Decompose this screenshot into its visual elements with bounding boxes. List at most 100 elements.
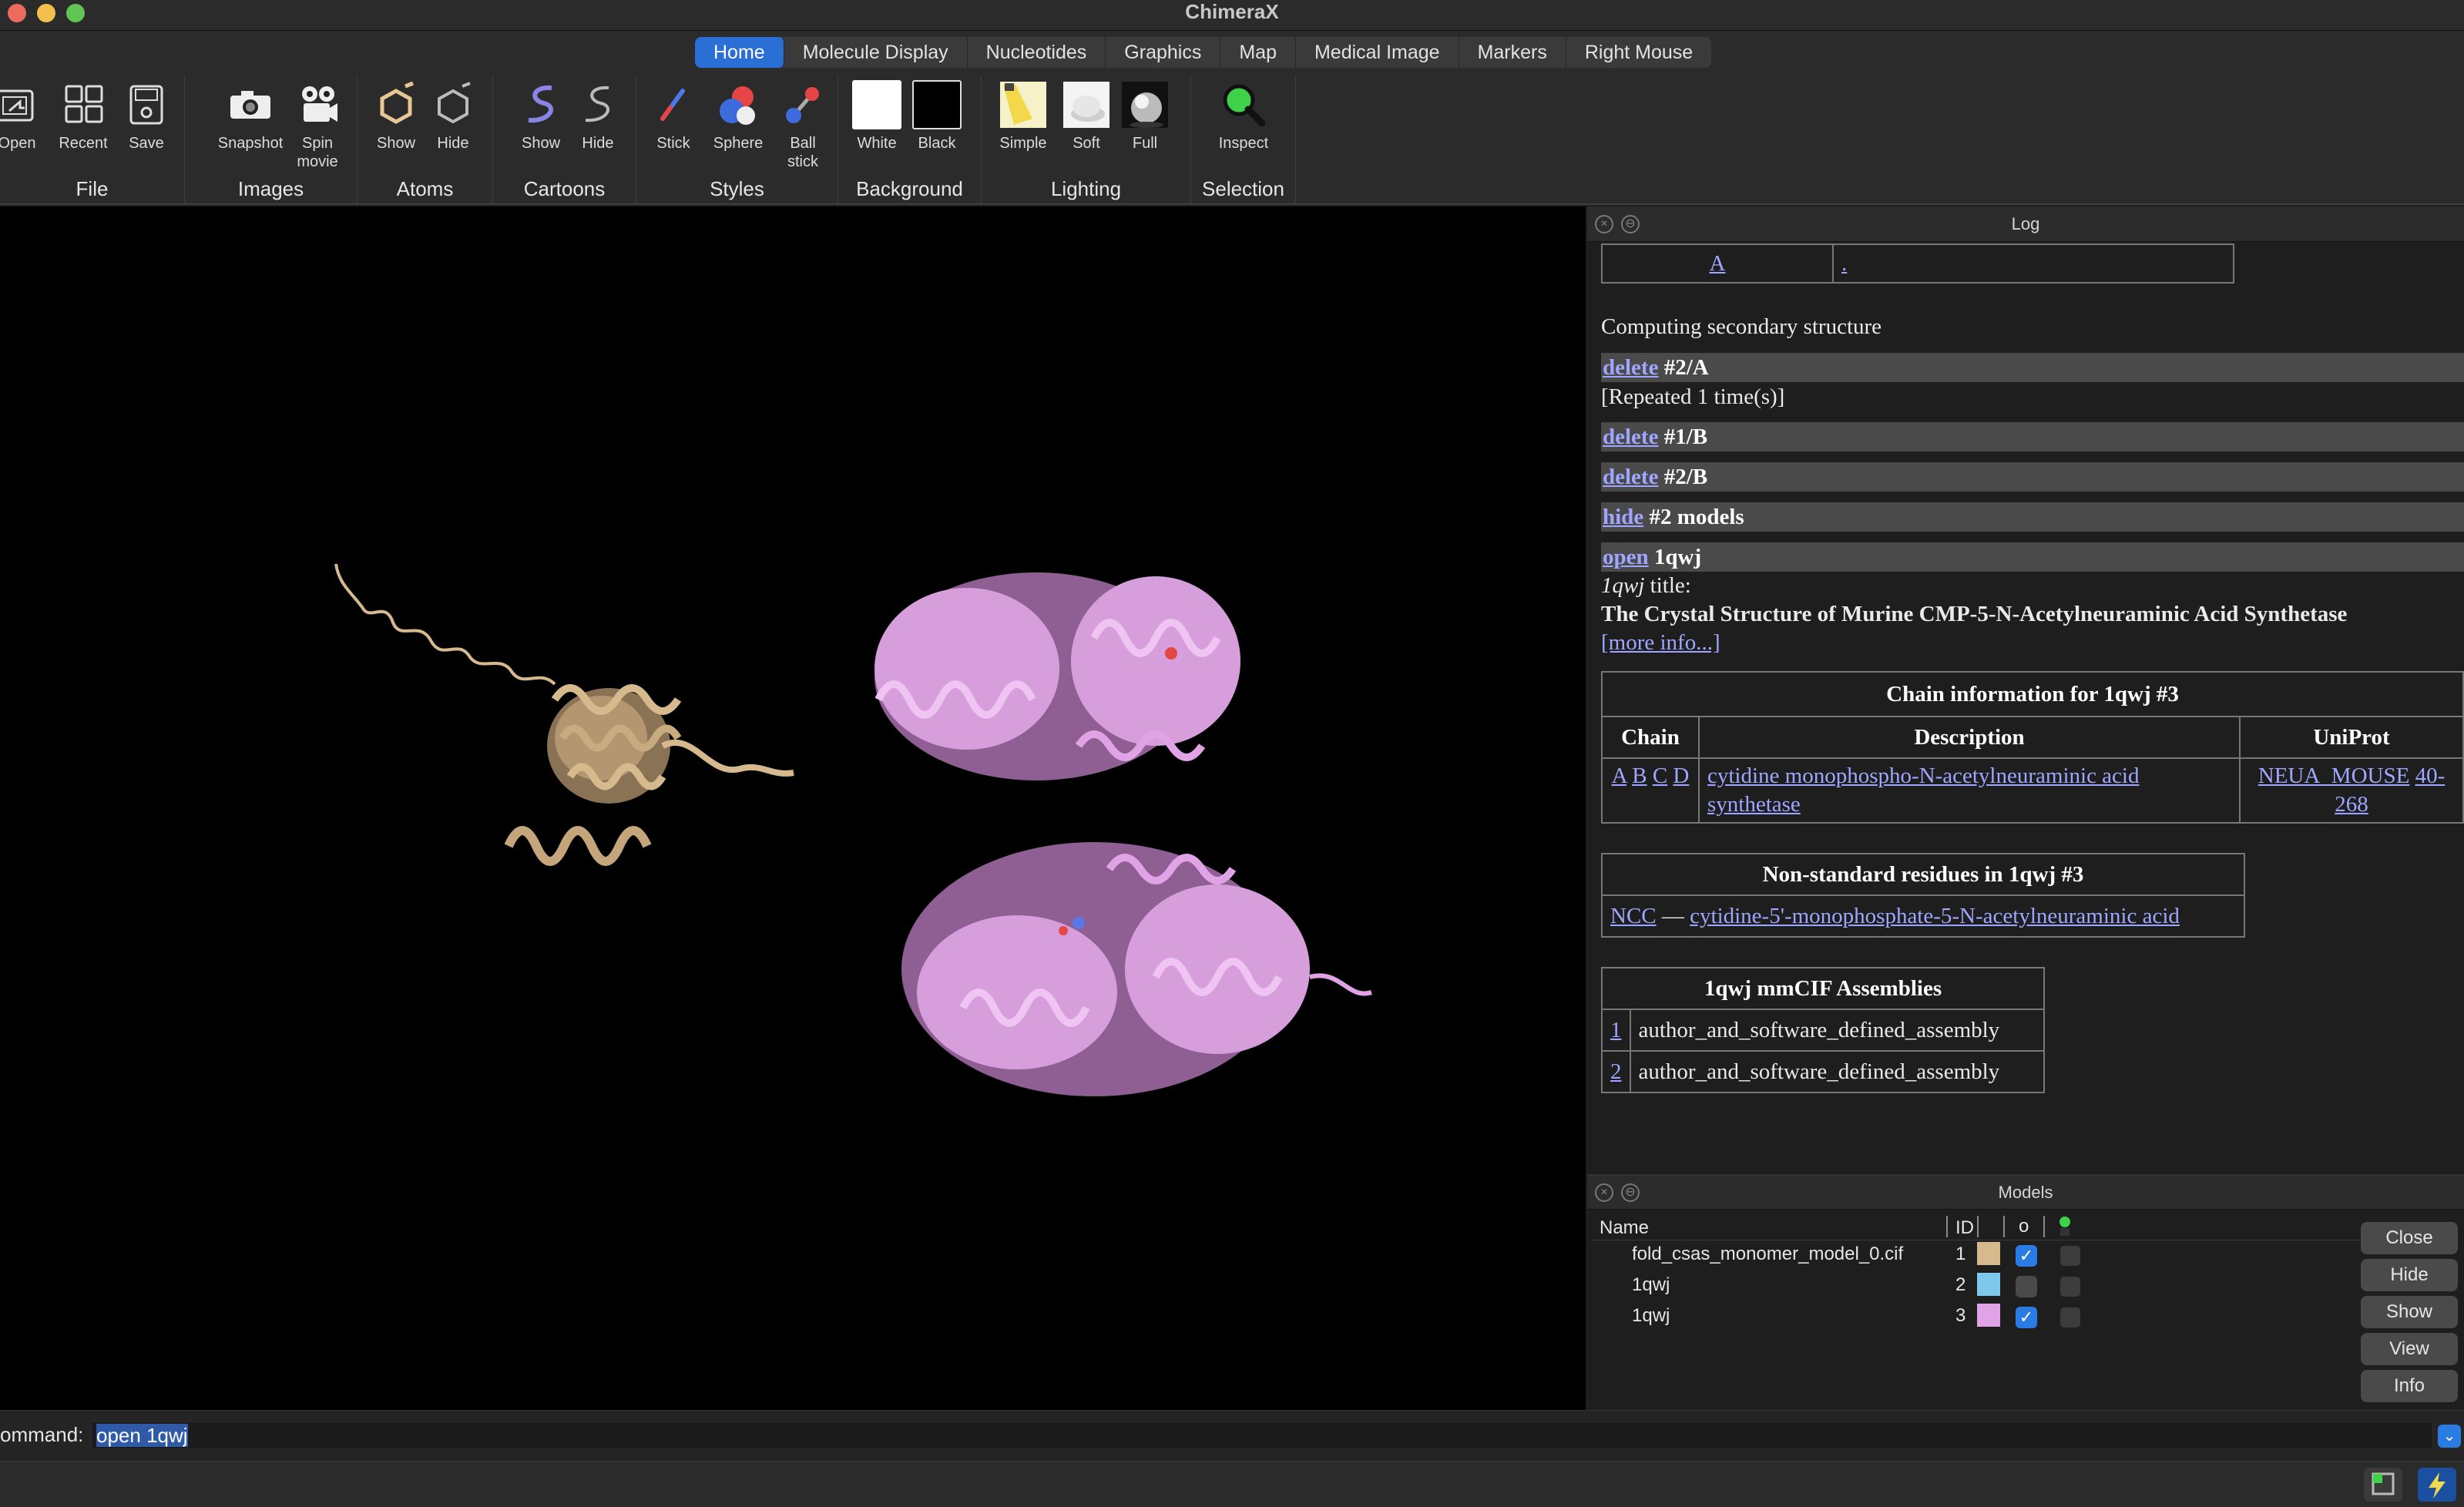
toolbar-group-styles: Stick Sphere Ball stick Styles <box>636 76 838 205</box>
command-history-dropdown[interactable]: ⌄ <box>2438 1425 2461 1448</box>
black-background-button[interactable]: Black <box>903 80 971 153</box>
models-panel: × ⊖ Models Name ID o fold_csas_monomer_m… <box>1587 1174 2464 1410</box>
inspect-button[interactable]: Inspect <box>1210 80 1277 153</box>
model-row[interactable]: 1qwj 2 <box>1592 1271 2362 1302</box>
model-select-checkbox[interactable] <box>2060 1246 2080 1266</box>
open-button[interactable]: Open <box>0 80 51 153</box>
chain-link[interactable]: D <box>1673 764 1689 788</box>
model-name: 1qwj <box>1632 1305 1670 1326</box>
model-color-swatch[interactable] <box>1977 1273 2000 1296</box>
log-content[interactable]: A . Computing secondary structure delete… <box>1587 242 2464 1174</box>
model-3-structure <box>874 572 1372 1096</box>
hide-cartoons-button[interactable]: Hide <box>564 80 632 153</box>
sphere-style-button[interactable]: Sphere <box>704 80 772 153</box>
column-name-header[interactable]: Name <box>1600 1217 1649 1239</box>
assembly-id-link[interactable]: 1 <box>1610 1018 1622 1042</box>
uniprot-link[interactable]: NEUA_MOUSE <box>2258 764 2410 788</box>
model-row[interactable]: 1qwj 3 ✓ <box>1592 1302 2362 1333</box>
log-entry: delete #2/B <box>1601 462 2464 492</box>
log-link-dot[interactable]: . <box>1841 251 1847 276</box>
model-name: 1qwj <box>1632 1274 1670 1295</box>
assembly-id-link[interactable]: 2 <box>1610 1059 1622 1084</box>
stick-style-button[interactable]: Stick <box>639 80 707 153</box>
tab-home[interactable]: Home <box>695 37 784 68</box>
models-header-row: Name ID o <box>1592 1216 2362 1240</box>
log-entry: delete #1/B <box>1601 422 2464 451</box>
save-button[interactable]: Save <box>112 80 180 153</box>
hide-cartoon-icon <box>585 86 609 123</box>
tab-molecule-display[interactable]: Molecule Display <box>784 37 968 68</box>
log-cmd-link[interactable]: delete <box>1603 465 1658 489</box>
tab-graphics[interactable]: Graphics <box>1106 37 1221 68</box>
model-visibility-checkbox[interactable]: ✓ <box>2016 1307 2037 1328</box>
tab-map[interactable]: Map <box>1220 37 1296 68</box>
window-title: ChimeraX <box>1185 0 1279 23</box>
title-bar: ChimeraX <box>0 0 2464 31</box>
log-panel: × ⊖ Log A . Computing secondary structur… <box>1587 206 2464 1174</box>
model-color-swatch[interactable] <box>1977 1304 2000 1327</box>
command-text: open 1qwj <box>96 1424 188 1447</box>
command-line: ommand: open 1qwj ⌄ <box>0 1410 2464 1461</box>
column-id-header[interactable]: ID <box>1955 1217 1974 1239</box>
info-model-button[interactable]: Info <box>2361 1370 2458 1402</box>
toolbar-group-atoms: Show Hide Atoms <box>358 76 493 205</box>
view-model-button[interactable]: View <box>2361 1333 2458 1365</box>
white-background-button[interactable]: White <box>843 80 911 153</box>
log-cmd-link[interactable]: delete <box>1603 355 1658 380</box>
toolbar-group-file: Open Recent Save File <box>0 76 185 205</box>
command-input[interactable]: open 1qwj <box>91 1421 2433 1449</box>
model-color-swatch[interactable] <box>1977 1242 2000 1265</box>
model-visibility-checkbox[interactable] <box>2016 1276 2037 1297</box>
graphics-viewport[interactable] <box>0 206 1586 1410</box>
log-cmd-link[interactable]: open <box>1603 545 1649 569</box>
column-visibility-header[interactable]: o <box>2019 1216 2029 1237</box>
simple-lighting-button[interactable]: Simple <box>989 80 1057 153</box>
full-lighting-button[interactable]: Full <box>1111 80 1179 153</box>
panel-layout-icon <box>2372 1472 2395 1495</box>
toolbar-group-cartoons: Show Hide Cartoons <box>493 76 636 205</box>
recent-button[interactable]: Recent <box>49 80 117 153</box>
close-model-button[interactable]: Close <box>2361 1222 2458 1254</box>
log-cmd-link[interactable]: delete <box>1603 425 1658 449</box>
group-label-selection: Selection <box>1202 177 1284 200</box>
log-top-table: A . <box>1601 243 2234 284</box>
toggle-panels-button[interactable] <box>2364 1468 2402 1502</box>
chain-link[interactable]: C <box>1653 764 1667 788</box>
spin-movie-button[interactable]: Spin movie <box>284 80 351 171</box>
model-select-checkbox[interactable] <box>2060 1307 2080 1327</box>
nonstandard-residues-table: Non-standard residues in 1qwj #3 NCC — c… <box>1601 853 2245 938</box>
group-label-cartoons: Cartoons <box>523 177 606 200</box>
chain-link[interactable]: A <box>1612 764 1626 788</box>
log-panel-header: × ⊖ Log <box>1587 206 2464 242</box>
log-cmd-link[interactable]: hide <box>1603 505 1643 529</box>
magnifier-icon <box>1223 84 1266 127</box>
simple-lighting-icon <box>1000 82 1046 128</box>
model-id: 2 <box>1955 1274 1966 1295</box>
model-row[interactable]: fold_csas_monomer_model_0.cif 1 ✓ <box>1592 1240 2362 1271</box>
snapshot-button[interactable]: Snapshot <box>208 80 293 153</box>
toolbar-group-images: Snapshot Spin movie Images <box>185 76 358 205</box>
hide-atoms-button[interactable]: Hide <box>419 80 487 153</box>
fast-render-button[interactable] <box>2418 1468 2456 1502</box>
tab-right-mouse[interactable]: Right Mouse <box>1566 37 1711 68</box>
group-label-atoms: Atoms <box>396 177 454 200</box>
soft-lighting-button[interactable]: Soft <box>1052 80 1120 153</box>
more-info-link[interactable]: [more info...] <box>1601 630 1720 655</box>
full-lighting-icon <box>1122 82 1168 128</box>
log-link-a[interactable]: A <box>1710 251 1726 276</box>
show-cartoon-icon <box>528 85 553 123</box>
chain-description-link[interactable]: cytidine monophospho-N-acetylneuraminic … <box>1707 764 2140 817</box>
toolbar: Open Recent Save File Snapshot Spin movi… <box>0 76 2464 205</box>
model-select-checkbox[interactable] <box>2060 1277 2080 1297</box>
ball-stick-style-button[interactable]: Ball stick <box>769 80 837 171</box>
residue-name-link[interactable]: cytidine-5'-monophosphate-5-N-acetylneur… <box>1690 904 2180 928</box>
model-visibility-checkbox[interactable]: ✓ <box>2016 1245 2037 1267</box>
tab-medical-image[interactable]: Medical Image <box>1296 37 1459 68</box>
chain-link[interactable]: B <box>1632 764 1647 788</box>
tab-nucleotides[interactable]: Nucleotides <box>968 37 1106 68</box>
tab-markers[interactable]: Markers <box>1459 37 1566 68</box>
hide-model-button[interactable]: Hide <box>2361 1259 2458 1291</box>
residue-code-link[interactable]: NCC <box>1610 904 1657 928</box>
show-model-button[interactable]: Show <box>2361 1296 2458 1328</box>
assemblies-table-caption: 1qwj mmCIF Assemblies <box>1601 967 2045 1010</box>
